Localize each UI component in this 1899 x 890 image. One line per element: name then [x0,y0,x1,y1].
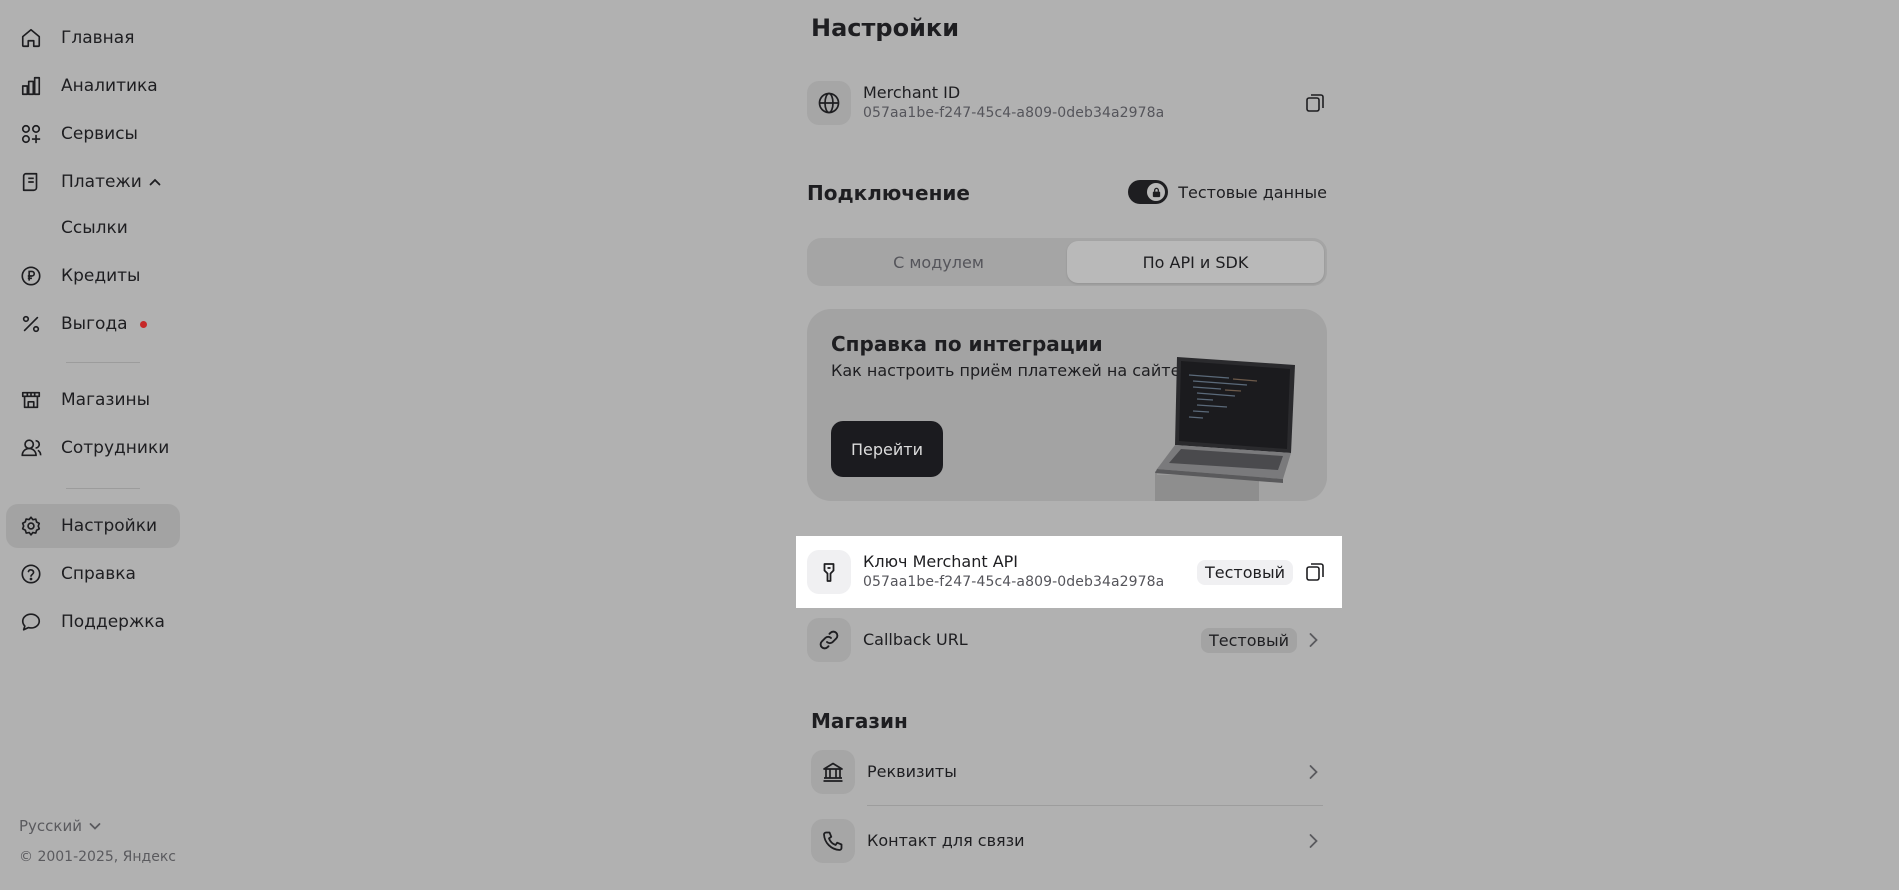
list-divider [867,805,1323,806]
api-key-row: Ключ Merchant API 057aa1be-f247-45c4-a80… [807,544,1327,600]
sidebar-item-label: Поддержка [61,612,165,632]
sidebar: Главная Аналитика Сервисы Платежи Ссылки… [0,0,190,890]
integration-help-subtitle: Как настроить приём платежей на сайте [831,361,1181,380]
key-icon [823,563,835,582]
language-selector[interactable]: Русский [19,817,102,835]
sidebar-item-payments[interactable]: Платежи [6,160,180,204]
sidebar-item-credits[interactable]: Кредиты [6,254,180,298]
sidebar-item-support[interactable]: Поддержка [6,600,180,644]
contact-row[interactable]: Контакт для связи [811,813,1327,869]
services-icon [21,124,41,144]
sidebar-item-label: Магазины [61,390,151,410]
api-key-value: 057aa1be-f247-45c4-a809-0deb34a2978a [863,574,1165,590]
sidebar-item-services[interactable]: Сервисы [6,112,180,156]
integration-help-title: Справка по интеграции [831,332,1103,356]
lock-icon [1152,187,1160,197]
sidebar-item-home[interactable]: Главная [6,16,180,60]
merchant-id-icon-box [807,81,851,125]
requisites-label: Реквизиты [867,762,957,781]
chat-icon [21,613,41,631]
copyright: © 2001-2025, Яндекс [19,849,176,865]
store-heading: Магазин [811,709,908,733]
receipt-icon [22,172,38,192]
sidebar-item-label: Главная [61,28,135,48]
test-badge: Тестовый [1201,628,1297,653]
percent-icon [22,315,40,333]
copy-icon[interactable] [1303,91,1327,115]
api-key-label: Ключ Merchant API [863,552,1019,571]
merchant-id-value: 057aa1be-f247-45c4-a809-0deb34a2978a [863,105,1165,121]
sidebar-item-benefits[interactable]: Выгода [6,302,180,346]
callback-icon-box [807,618,851,662]
api-key-icon-box [807,550,851,594]
store-icon [21,391,41,409]
sidebar-item-label: Платежи [61,172,142,192]
chevron-right-icon [1309,834,1318,848]
ruble-icon [21,266,41,286]
sidebar-item-label: Кредиты [61,266,141,286]
sidebar-divider [66,362,140,363]
chevron-right-icon [1309,765,1318,779]
sidebar-item-label: Аналитика [61,76,158,96]
laptop-illustration [1155,357,1295,501]
copy-icon[interactable] [1303,560,1327,584]
merchant-id-row: Merchant ID 057aa1be-f247-45c4-a809-0deb… [807,75,1327,131]
sidebar-divider [66,488,140,489]
sidebar-item-analytics[interactable]: Аналитика [6,64,180,108]
api-key-highlight: Ключ Merchant API 057aa1be-f247-45c4-a80… [796,536,1342,608]
sidebar-item-label: Настройки [61,516,158,536]
help-icon [21,564,41,584]
sidebar-item-settings[interactable]: Настройки [6,504,180,548]
test-data-toggle-group: Тестовые данные [1128,180,1327,204]
home-icon [21,28,41,48]
contact-label: Контакт для связи [867,831,1025,850]
test-badge: Тестовый [1197,560,1293,585]
tab-api-sdk[interactable]: По API и SDK [1067,241,1324,283]
requisites-icon-box [811,750,855,794]
test-data-toggle[interactable] [1128,180,1169,204]
integration-help-card: Справка по интеграции Как настроить приё… [807,309,1327,501]
sidebar-item-label: Сотрудники [61,438,170,458]
sidebar-item-stores[interactable]: Магазины [6,378,180,422]
sidebar-item-help[interactable]: Справка [6,552,180,596]
sidebar-item-label: Ссылки [61,218,128,238]
connection-heading: Подключение [807,181,970,205]
people-icon [21,439,42,457]
toggle-knob [1147,183,1166,201]
test-data-label: Тестовые данные [1178,182,1327,202]
bank-icon [823,762,843,782]
callback-url-label: Callback URL [863,630,968,649]
chevron-down-icon [89,823,101,830]
link-icon [819,630,839,650]
merchant-id-label: Merchant ID [863,83,961,102]
chevron-right-icon [1309,633,1318,647]
notification-dot [140,321,147,328]
gear-icon [21,516,41,536]
sidebar-item-label: Справка [61,564,136,584]
globe-icon [818,92,840,114]
page: Главная Аналитика Сервисы Платежи Ссылки… [0,0,1899,890]
go-button[interactable]: Перейти [831,421,943,477]
phone-icon [823,831,843,851]
callback-url-row[interactable]: Callback URL Тестовый [807,612,1327,668]
contact-icon-box [811,819,855,863]
bar-chart-icon [21,76,41,96]
sidebar-item-label: Выгода [61,314,128,334]
sidebar-item-links[interactable]: Ссылки [6,206,180,250]
chevron-up-icon[interactable] [148,175,162,189]
connection-type-tabs: С модулем По API и SDK [807,238,1327,286]
sidebar-item-label: Сервисы [61,124,138,144]
language-label: Русский [19,817,82,835]
sidebar-item-employees[interactable]: Сотрудники [6,426,180,470]
tab-module[interactable]: С модулем [810,241,1067,283]
requisites-row[interactable]: Реквизиты [811,744,1327,800]
page-title: Настройки [811,14,960,42]
settings-content: Настройки Merchant ID 057aa1be-f247-45c4… [796,0,1342,890]
